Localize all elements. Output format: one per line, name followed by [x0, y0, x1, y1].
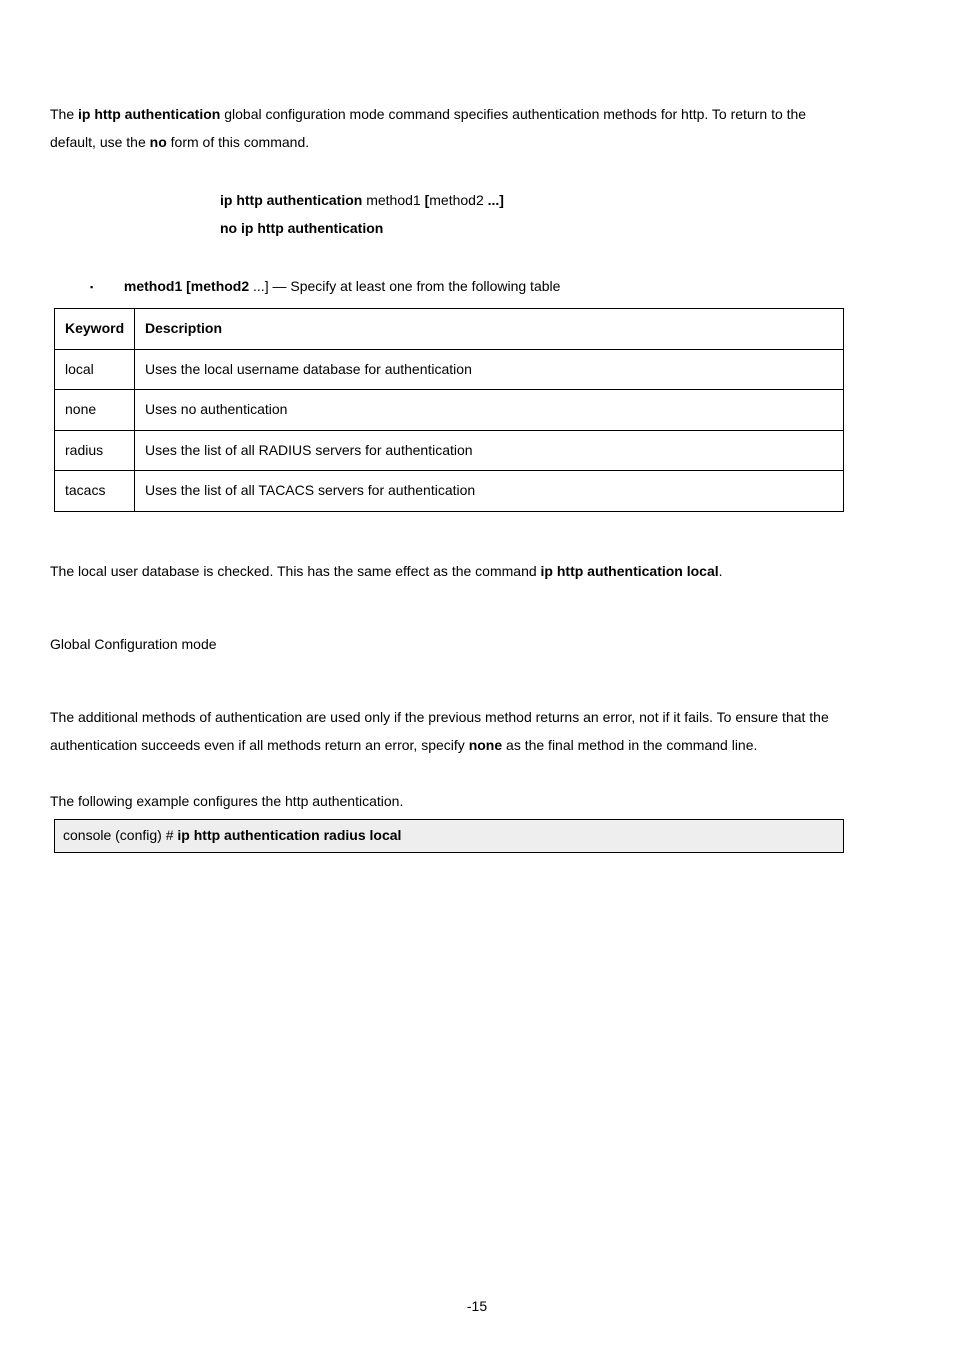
table-row: radius Uses the list of all RADIUS serve…	[55, 430, 844, 471]
table-cell-keyword: radius	[55, 430, 135, 471]
page-number: -15	[0, 1292, 954, 1320]
intro-no-bold: no	[150, 134, 167, 150]
user-guidelines: The additional methods of authentication…	[50, 703, 904, 759]
param-text: ...] — Specify at least one from the fol…	[253, 278, 560, 294]
parameter-item: method1 [method2 ...] — Specify at least…	[90, 272, 904, 300]
table-cell-keyword: tacacs	[55, 471, 135, 512]
intro-text: default, use the	[50, 134, 150, 150]
default-cmd-bold: ip http authentication local	[541, 563, 719, 579]
command-mode: Global Configuration mode	[50, 630, 904, 658]
intro-cmd-bold: ip http authentication	[78, 106, 220, 122]
syntax-bracket: ...]	[488, 192, 504, 208]
syntax-arg: method2	[429, 192, 487, 208]
example-intro: The following example configures the htt…	[50, 787, 904, 815]
intro-text: global configuration mode command specif…	[220, 106, 806, 122]
keyword-table: Keyword Description local Uses the local…	[54, 308, 844, 512]
table-header-description: Description	[135, 309, 844, 350]
default-text: .	[719, 563, 723, 579]
table-row: Keyword Description	[55, 309, 844, 350]
param-kw: method2	[191, 278, 253, 294]
table-cell-description: Uses no authentication	[135, 390, 844, 431]
syntax-cmd: ip http authentication	[220, 192, 366, 208]
intro-text: form of this command.	[167, 134, 309, 150]
guideline-line: The additional methods of authentication…	[50, 703, 904, 731]
syntax-block: ip http authentication method1 [method2 …	[220, 186, 904, 242]
default-text: The local user database is checked. This…	[50, 563, 541, 579]
example-console: console (config) # ip http authenticatio…	[54, 819, 844, 853]
parameter-list: method1 [method2 ...] — Specify at least…	[90, 272, 904, 300]
console-cmd: ip http authentication radius local	[177, 827, 401, 843]
console-prompt: console (config) #	[63, 827, 177, 843]
guideline-text: as the final method in the command line.	[502, 737, 757, 753]
param-kw: method1	[124, 278, 186, 294]
table-cell-description: Uses the list of all TACACS servers for …	[135, 471, 844, 512]
default-config: The local user database is checked. This…	[50, 557, 904, 585]
table-row: local Uses the local username database f…	[55, 349, 844, 390]
table-row: tacacs Uses the list of all TACACS serve…	[55, 471, 844, 512]
guideline-text: authentication succeeds even if all meth…	[50, 737, 469, 753]
syntax-no-cmd: no ip http authentication	[220, 214, 904, 242]
intro-paragraph: The ip http authentication global config…	[50, 100, 904, 156]
syntax-arg: method1	[366, 192, 424, 208]
table-cell-keyword: none	[55, 390, 135, 431]
intro-text: The	[50, 106, 78, 122]
table-cell-description: Uses the local username database for aut…	[135, 349, 844, 390]
guideline-none-bold: none	[469, 737, 502, 753]
table-row: none Uses no authentication	[55, 390, 844, 431]
table-cell-keyword: local	[55, 349, 135, 390]
table-header-keyword: Keyword	[55, 309, 135, 350]
table-cell-description: Uses the list of all RADIUS servers for …	[135, 430, 844, 471]
